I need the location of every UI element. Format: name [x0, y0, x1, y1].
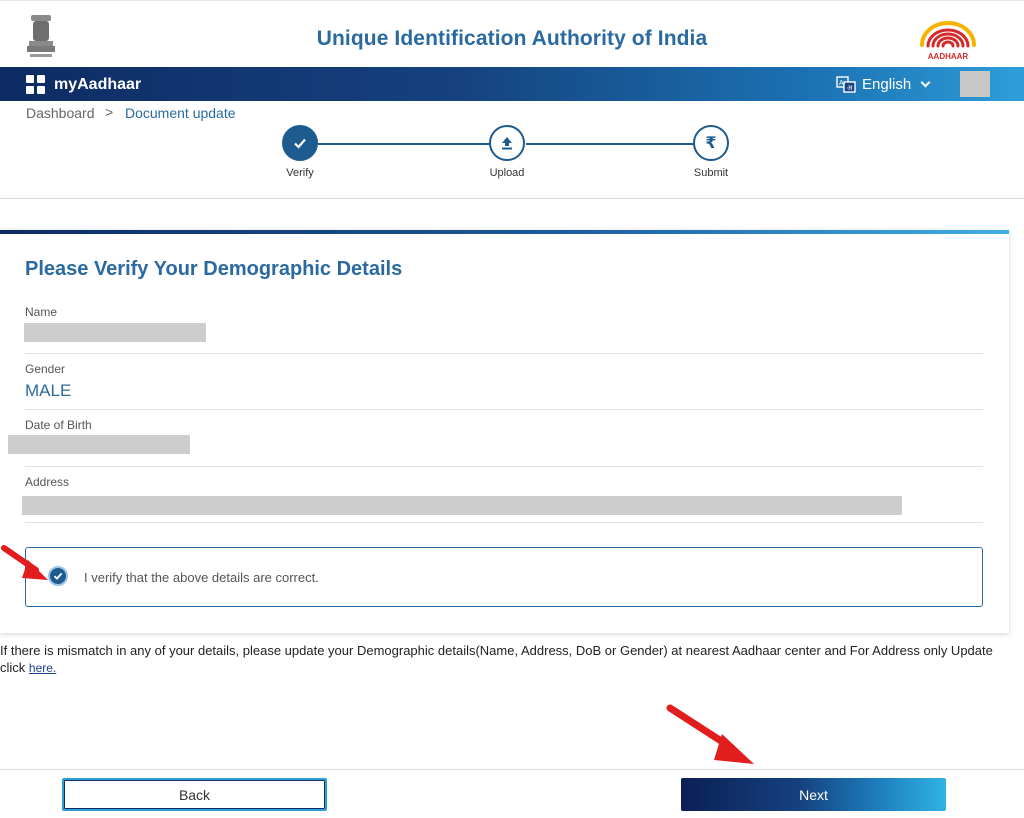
apps-grid-icon[interactable] — [26, 75, 46, 95]
svg-text:AADHAAR: AADHAAR — [928, 52, 969, 61]
step-verify — [282, 125, 318, 161]
brand-name[interactable]: myAadhaar — [54, 76, 141, 94]
address-value-redacted — [22, 496, 902, 515]
divider — [0, 198, 1024, 199]
step-label-verify: Verify — [286, 167, 314, 179]
dob-value-redacted — [8, 435, 190, 454]
divider — [25, 466, 983, 467]
field-label-name: Name — [25, 305, 58, 319]
stepper-connector — [318, 143, 490, 145]
divider — [25, 409, 983, 410]
top-header: Unique Identification Authority of India… — [0, 0, 1024, 67]
stepper-connector — [526, 143, 696, 145]
step-submit: ₹ — [693, 125, 729, 161]
annotation-arrow-icon — [1, 545, 48, 580]
mismatch-note: If there is mismatch in any of your deta… — [0, 642, 1010, 677]
address-update-link[interactable]: here. — [29, 661, 56, 675]
breadcrumb-current: Document update — [125, 105, 236, 121]
field-label-address: Address — [25, 475, 70, 489]
mismatch-note-text: If there is mismatch in any of your deta… — [0, 643, 993, 675]
next-button[interactable]: Next — [681, 778, 946, 811]
step-label-upload: Upload — [489, 167, 525, 179]
field-label-dob: Date of Birth — [25, 418, 92, 432]
annotation-arrow-icon — [666, 704, 754, 764]
language-label: English — [862, 76, 912, 93]
verify-checkbox-label[interactable]: I verify that the above details are corr… — [84, 570, 319, 585]
page-title: Unique Identification Authority of India — [316, 27, 708, 50]
language-selector[interactable]: A अ English — [836, 76, 931, 93]
step-label-submit: Submit — [693, 167, 729, 179]
divider — [0, 769, 1024, 770]
avatar[interactable] — [960, 71, 990, 97]
breadcrumb-dashboard[interactable]: Dashboard — [26, 105, 95, 121]
upload-icon — [502, 137, 512, 150]
name-value-redacted — [24, 323, 206, 342]
rupee-icon: ₹ — [705, 135, 717, 152]
aadhaar-logo-icon: AADHAAR — [920, 21, 976, 61]
divider — [25, 522, 983, 523]
svg-text:अ: अ — [847, 85, 853, 92]
chevron-down-icon — [920, 77, 931, 88]
back-button[interactable]: Back — [62, 778, 327, 811]
breadcrumb-separator: > — [105, 104, 114, 120]
gender-value: MALE — [25, 381, 72, 400]
check-icon — [294, 138, 306, 149]
svg-text:A: A — [839, 80, 844, 87]
divider — [25, 353, 983, 354]
translate-icon: A अ — [836, 76, 856, 93]
card-title: Please Verify Your Demographic Details — [25, 258, 403, 280]
step-upload — [489, 125, 525, 161]
field-label-gender: Gender — [25, 362, 66, 376]
